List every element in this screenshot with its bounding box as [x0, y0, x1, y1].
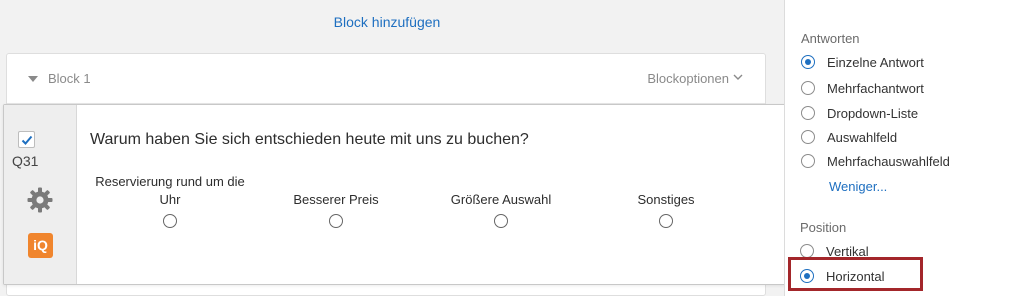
choice-label-line1 [256, 173, 416, 191]
choice-item[interactable]: Besserer Preis [256, 173, 416, 228]
choice-label-line1 [421, 173, 581, 191]
question-card[interactable]: Q31 iQ Warum haben Sie sich entschieden … [3, 104, 793, 285]
question-sidebar: Q31 iQ [4, 105, 77, 284]
chevron-down-icon [733, 74, 743, 80]
gear-icon[interactable] [27, 187, 53, 213]
radio-unselected[interactable] [801, 130, 815, 144]
radio-unselected[interactable] [801, 81, 815, 95]
question-select-checkbox[interactable] [18, 131, 35, 148]
checkmark-icon [21, 135, 33, 145]
choice-label-line2: Größere Auswahl [450, 192, 552, 207]
radio-unselected[interactable] [801, 106, 815, 120]
block-options-button[interactable]: Blockoptionen [647, 71, 729, 86]
choice-item[interactable]: Sonstiges [586, 173, 746, 228]
block-title: Block 1 [48, 71, 91, 86]
answer-type-selectbox[interactable]: Auswahlfeld [801, 127, 897, 147]
position-heading: Position [800, 220, 847, 235]
answers-heading: Antworten [801, 31, 860, 46]
show-less-link[interactable]: Weniger... [829, 179, 887, 194]
choice-label-line2: Uhr [159, 192, 181, 207]
choice-radio[interactable] [659, 214, 673, 228]
block-header[interactable]: Block 1 Blockoptionen [7, 54, 765, 104]
add-block-link[interactable]: Block hinzufügen [0, 14, 774, 30]
question-text[interactable]: Warum haben Sie sich entschieden heute m… [90, 131, 529, 149]
choice-item[interactable]: Reservierung rund um die Uhr [90, 173, 250, 228]
answer-type-label: Mehrfachantwort [827, 80, 924, 96]
choice-item[interactable]: Größere Auswahl [421, 173, 581, 228]
radio-selected[interactable] [801, 55, 815, 69]
choice-label-line1: Reservierung rund um die [95, 174, 245, 189]
answer-type-single[interactable]: Einzelne Antwort [801, 52, 924, 72]
choice-radio[interactable] [329, 214, 343, 228]
choice-radio[interactable] [163, 214, 177, 228]
iq-badge-icon[interactable]: iQ [28, 233, 53, 258]
choice-radio[interactable] [494, 214, 508, 228]
question-id: Q31 [12, 153, 39, 169]
answer-type-label: Mehrfachauswahlfeld [827, 153, 950, 169]
answer-type-label: Dropdown-Liste [827, 105, 919, 121]
choice-label-line1 [586, 173, 746, 191]
answer-type-label: Auswahlfeld [827, 129, 898, 145]
radio-unselected[interactable] [800, 244, 814, 258]
answer-type-multiple[interactable]: Mehrfachantwort [801, 78, 924, 98]
collapse-caret-icon[interactable] [28, 76, 38, 82]
choice-label-line2: Sonstiges [637, 192, 695, 207]
answer-type-dropdown[interactable]: Dropdown-Liste [801, 103, 918, 123]
answer-type-label: Einzelne Antwort [827, 54, 924, 70]
radio-unselected[interactable] [801, 154, 815, 168]
highlight-box [788, 257, 923, 291]
answer-type-multiselectbox[interactable]: Mehrfachauswahlfeld [801, 151, 950, 171]
choice-label-line2: Besserer Preis [293, 192, 379, 207]
